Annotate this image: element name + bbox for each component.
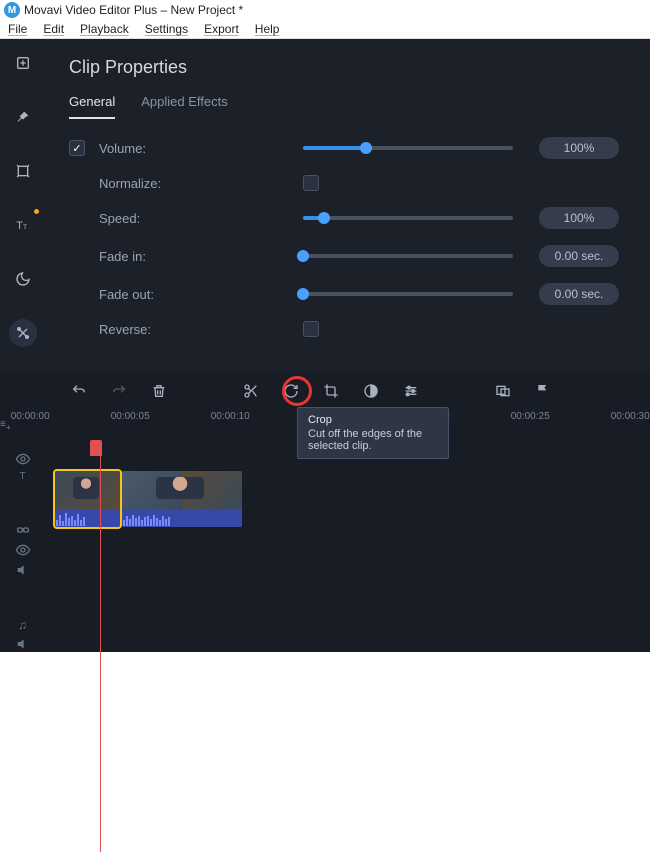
normalize-checkbox[interactable] — [303, 175, 319, 191]
svg-text:T: T — [23, 224, 27, 231]
eye-icon — [15, 451, 31, 467]
plus-box-icon — [15, 55, 31, 71]
tab-applied-effects[interactable]: Applied Effects — [141, 94, 227, 119]
sidebar-frame-button[interactable] — [9, 157, 37, 185]
moon-icon — [15, 271, 31, 287]
undo-icon — [71, 383, 87, 399]
fadeout-slider[interactable] — [303, 292, 513, 296]
menu-playback[interactable]: Playback — [80, 22, 129, 36]
eye-icon — [15, 542, 31, 558]
tab-general[interactable]: General — [69, 94, 115, 119]
panel-title: Clip Properties — [69, 57, 626, 78]
overlay-icon — [495, 383, 511, 399]
reverse-label: Reverse: — [99, 322, 179, 337]
menu-export[interactable]: Export — [204, 22, 239, 36]
sidebar-stickers-button[interactable] — [9, 265, 37, 293]
scissors-icon — [243, 383, 259, 399]
speed-label: Speed: — [99, 211, 179, 226]
timeline-settings-icon[interactable]: ≡+ — [0, 419, 11, 432]
overlay-button[interactable] — [494, 382, 512, 400]
volume-label: Volume: — [99, 141, 179, 156]
speaker-icon — [15, 562, 31, 578]
volume-slider[interactable] — [303, 146, 513, 150]
fadeout-value: 0.00 sec. — [539, 283, 619, 305]
sidebar-text-button[interactable]: TT — [9, 211, 37, 239]
normalize-label: Normalize: — [99, 176, 179, 191]
trash-icon — [151, 383, 167, 399]
crop-button[interactable] — [322, 382, 340, 400]
sidebar-add-button[interactable] — [9, 49, 37, 77]
filters-button[interactable] — [402, 382, 420, 400]
fadein-value: 0.00 sec. — [539, 245, 619, 267]
redo-icon — [111, 383, 127, 399]
speed-slider[interactable] — [303, 216, 513, 220]
redo-button[interactable] — [110, 382, 128, 400]
menu-file[interactable]: File — [8, 22, 27, 36]
crop-tooltip: Crop Cut off the edges of the selected c… — [297, 407, 449, 459]
pin-icon — [15, 109, 31, 125]
delete-button[interactable] — [150, 382, 168, 400]
cut-button[interactable] — [242, 382, 260, 400]
link-icon — [15, 522, 31, 538]
menu-settings[interactable]: Settings — [145, 22, 188, 36]
fadein-slider[interactable] — [303, 254, 513, 258]
contrast-icon — [363, 383, 379, 399]
rotate-button[interactable] — [282, 382, 300, 400]
notification-dot-icon — [34, 209, 39, 214]
flag-icon — [535, 383, 551, 399]
menu-edit[interactable]: Edit — [43, 22, 64, 36]
undo-button[interactable] — [70, 382, 88, 400]
reverse-checkbox[interactable] — [303, 321, 319, 337]
frame-icon — [15, 163, 31, 179]
text-icon: TT — [15, 217, 31, 233]
window-title: Movavi Video Editor Plus – New Project * — [24, 3, 243, 17]
sliders-icon — [403, 383, 419, 399]
video-clip-1[interactable] — [55, 471, 120, 527]
rotate-icon — [283, 383, 299, 399]
volume-value: 100% — [539, 137, 619, 159]
tools-icon — [15, 325, 31, 341]
playhead-handle[interactable] — [90, 440, 102, 456]
svg-text:T: T — [16, 220, 23, 232]
crop-icon — [323, 383, 339, 399]
color-adjust-button[interactable] — [362, 382, 380, 400]
menu-help[interactable]: Help — [255, 22, 280, 36]
volume-checkbox[interactable] — [69, 140, 85, 156]
marker-button[interactable] — [534, 382, 552, 400]
speaker-icon — [15, 636, 31, 652]
video-clip-2[interactable] — [122, 471, 242, 527]
app-logo-icon: M — [4, 2, 20, 18]
speed-value: 100% — [539, 207, 619, 229]
sidebar-tools-button[interactable] — [9, 319, 37, 347]
video-track-header[interactable] — [15, 522, 31, 578]
sidebar-pin-button[interactable] — [9, 103, 37, 131]
fadeout-label: Fade out: — [99, 287, 179, 302]
title-track-header[interactable]: T — [15, 451, 31, 482]
fadein-label: Fade in: — [99, 249, 179, 264]
